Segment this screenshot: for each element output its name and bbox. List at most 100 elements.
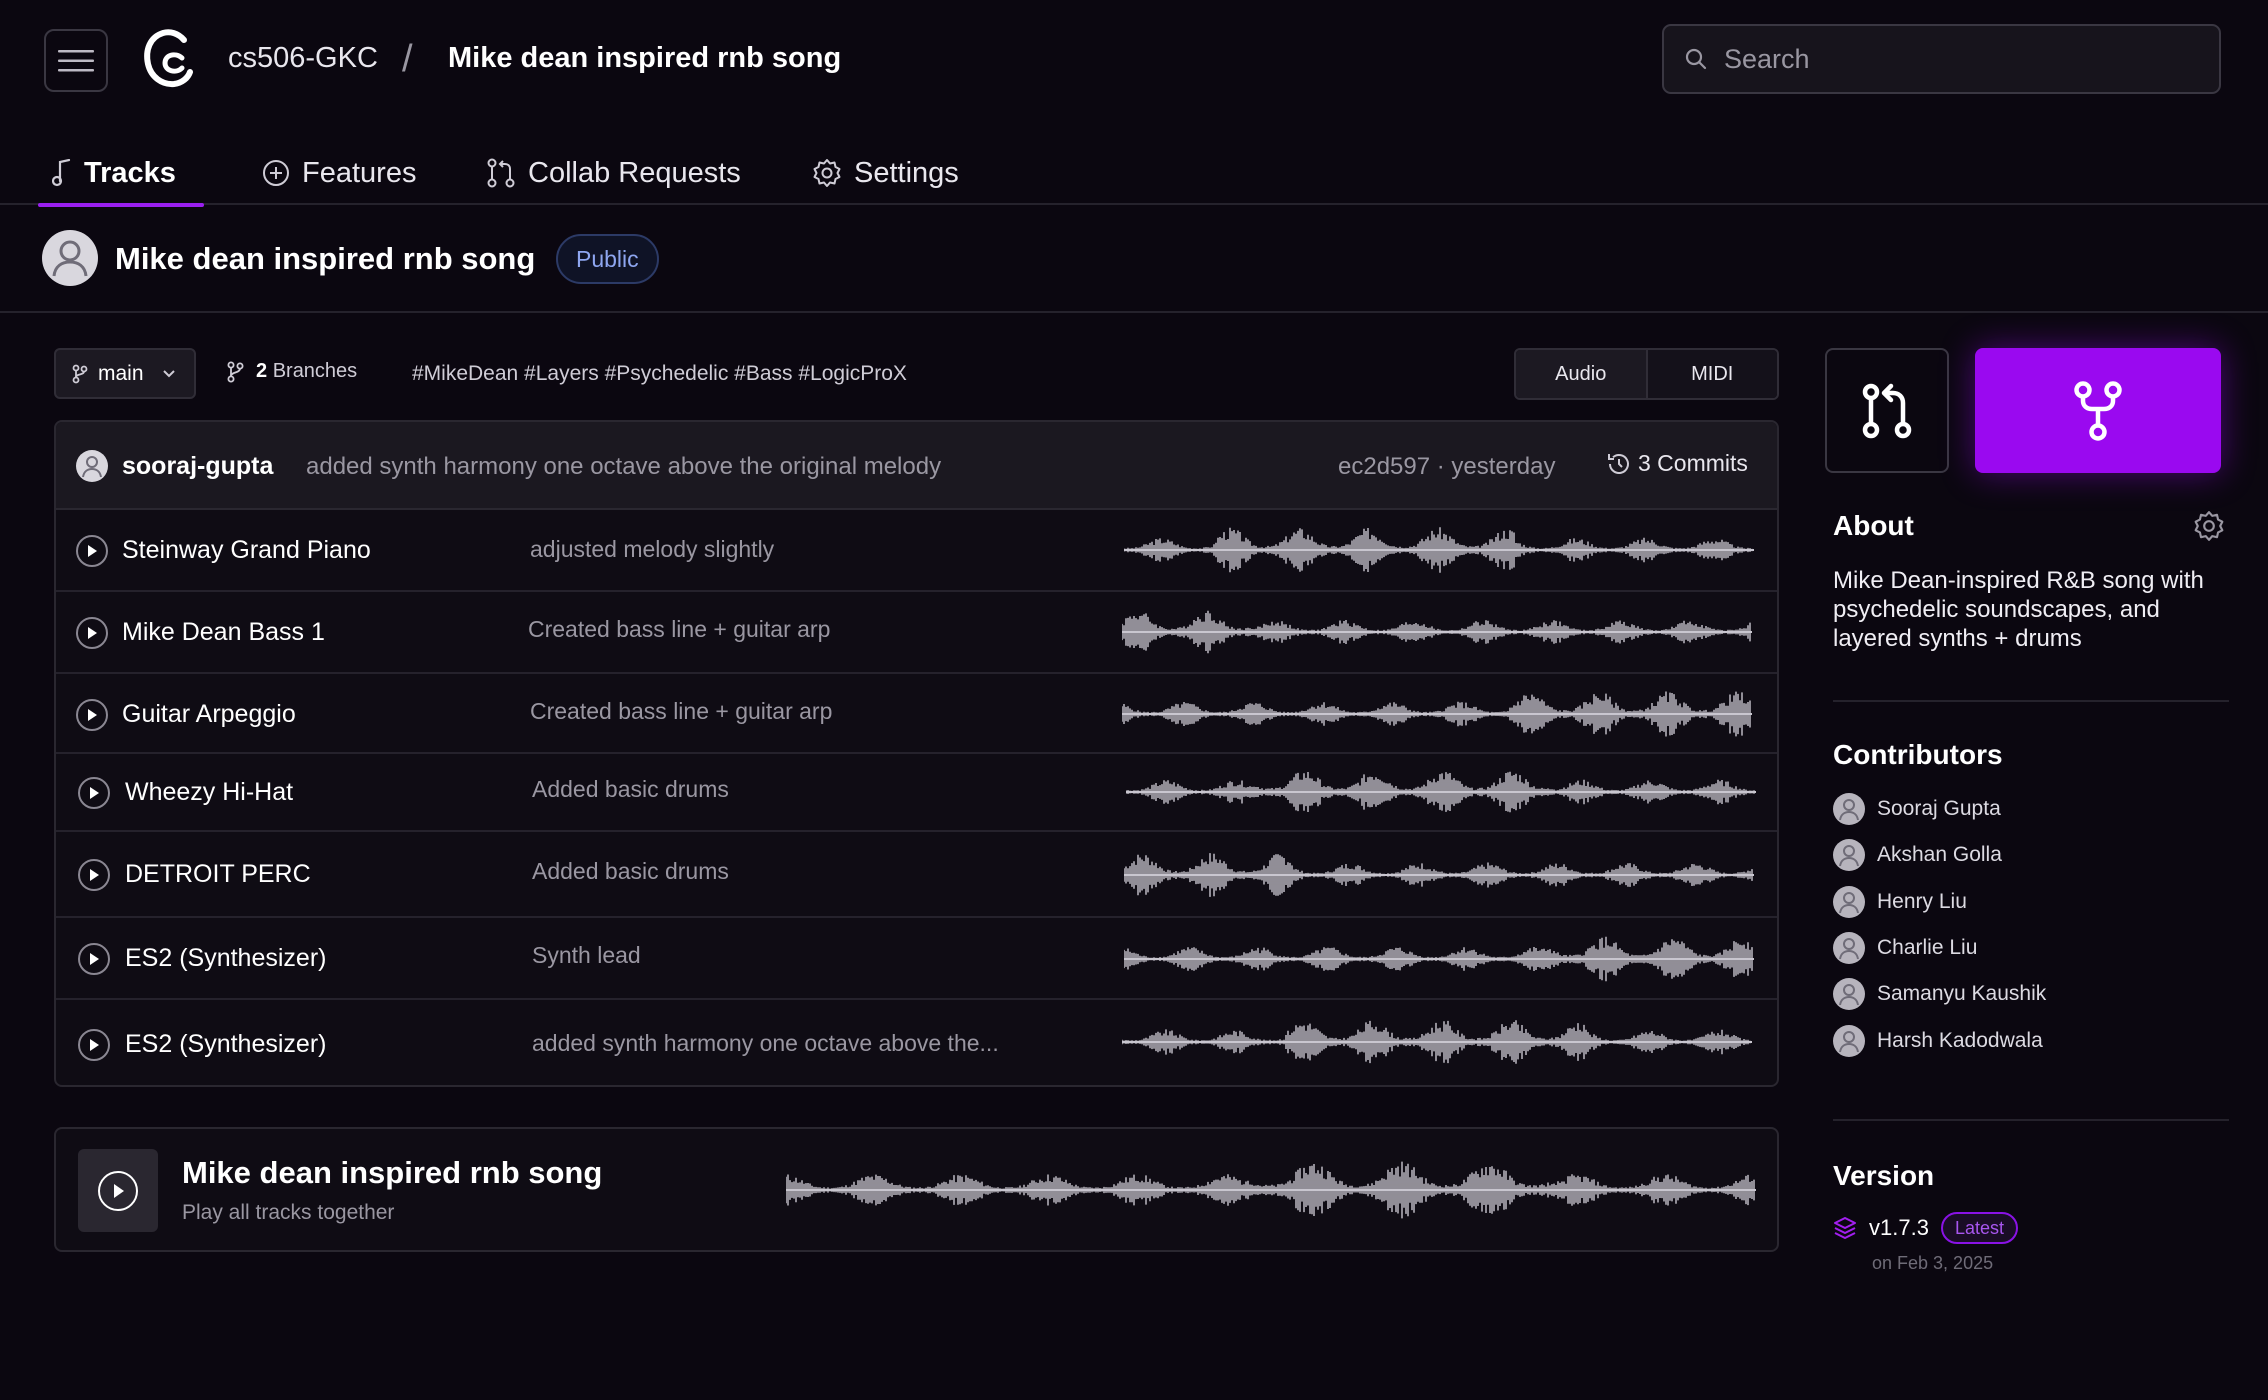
- track-waveform[interactable]: [1122, 608, 1752, 656]
- track-commit-message[interactable]: adjusted melody slightly: [530, 536, 774, 563]
- app-logo-icon[interactable]: [140, 28, 196, 92]
- contributor-avatar: [1833, 839, 1865, 871]
- collab-request-button[interactable]: [1825, 348, 1949, 473]
- version-heading: Version: [1833, 1160, 1935, 1191]
- contributor-item[interactable]: Henry Liu: [1833, 886, 1967, 918]
- track-name[interactable]: Mike Dean Bass 1: [122, 618, 325, 647]
- view-toggle: Audio MIDI: [1514, 348, 1779, 400]
- track-commit-message[interactable]: Added basic drums: [532, 776, 729, 803]
- version-number[interactable]: v1.7.3: [1869, 1215, 1929, 1241]
- mixdown-waveform[interactable]: [786, 1159, 1756, 1221]
- play-all-subtitle: Play all tracks together: [182, 1201, 395, 1224]
- play-track-button[interactable]: [76, 617, 108, 649]
- play-track-button[interactable]: [78, 777, 110, 809]
- tab-features-label: Features: [302, 156, 417, 189]
- track-row[interactable]: ES2 (Synthesizer) Synth lead: [56, 918, 1777, 1000]
- audio-view-button[interactable]: Audio: [1516, 350, 1646, 398]
- commit-author[interactable]: sooraj-gupta: [122, 452, 273, 481]
- hashtags: #MikeDean #Layers #Psychedelic #Bass #Lo…: [412, 362, 907, 385]
- commit-hash-time[interactable]: ec2d597 · yesterday: [1338, 453, 1555, 481]
- play-all-button[interactable]: [78, 1149, 158, 1232]
- top-header: cs506-GKC / Mike dean inspired rnb song …: [0, 0, 2268, 207]
- track-name[interactable]: DETROIT PERC: [125, 860, 311, 889]
- track-commit-message[interactable]: Added basic drums: [532, 858, 729, 885]
- owner-avatar[interactable]: [42, 230, 98, 286]
- sidebar-divider: [1833, 700, 2229, 702]
- contributor-name: Harsh Kadodwala: [1877, 1029, 2043, 1052]
- contributor-avatar: [1833, 1025, 1865, 1057]
- fork-button[interactable]: [1975, 348, 2221, 473]
- contributor-name: Akshan Golla: [1877, 843, 2002, 866]
- hamburger-menu-button[interactable]: [44, 29, 108, 92]
- track-name[interactable]: ES2 (Synthesizer): [125, 944, 326, 973]
- track-name[interactable]: Steinway Grand Piano: [122, 536, 371, 565]
- track-name[interactable]: ES2 (Synthesizer): [125, 1030, 326, 1059]
- tab-collab-requests[interactable]: Collab Requests: [486, 140, 741, 206]
- track-row[interactable]: Wheezy Hi-Hat Added basic drums: [56, 754, 1777, 832]
- track-waveform[interactable]: [1122, 690, 1752, 738]
- branches-link[interactable]: 2 Branches: [226, 360, 357, 383]
- branch-name: main: [98, 361, 144, 385]
- contributor-item[interactable]: Akshan Golla: [1833, 839, 2002, 871]
- track-commit-message[interactable]: Created bass line + guitar arp: [530, 698, 832, 725]
- pull-request-icon: [487, 158, 515, 188]
- play-track-button[interactable]: [78, 859, 110, 891]
- track-waveform[interactable]: [1124, 935, 1754, 983]
- track-waveform[interactable]: [1124, 851, 1754, 899]
- org-name-link[interactable]: cs506-GKC: [228, 42, 378, 75]
- play-track-button[interactable]: [76, 535, 108, 567]
- play-icon: [90, 1039, 99, 1051]
- track-commit-message[interactable]: Created bass line + guitar arp: [528, 616, 830, 643]
- contributor-item[interactable]: Harsh Kadodwala: [1833, 1025, 2043, 1057]
- tab-tracks[interactable]: Tracks: [52, 140, 176, 206]
- play-track-button[interactable]: [76, 699, 108, 731]
- play-icon: [90, 953, 99, 965]
- music-note-icon: [52, 159, 71, 187]
- commits-count: 3 Commits: [1638, 450, 1748, 476]
- contributor-avatar: [1833, 978, 1865, 1010]
- track-waveform[interactable]: [1126, 768, 1756, 816]
- play-track-button[interactable]: [78, 943, 110, 975]
- user-icon: [1839, 845, 1859, 867]
- play-track-button[interactable]: [78, 1029, 110, 1061]
- track-row[interactable]: Steinway Grand Piano adjusted melody sli…: [56, 510, 1777, 592]
- tracks-table: sooraj-gupta added synth harmony one oct…: [54, 420, 1779, 1087]
- commit-message[interactable]: added synth harmony one octave above the…: [306, 453, 941, 481]
- tab-collab-requests-label: Collab Requests: [528, 156, 741, 189]
- track-commit-message[interactable]: added synth harmony one octave above the…: [532, 1030, 999, 1057]
- track-commit-message[interactable]: Synth lead: [532, 942, 641, 969]
- contributor-item[interactable]: Sooraj Gupta: [1833, 793, 2001, 825]
- tab-settings[interactable]: Settings: [812, 140, 959, 206]
- commit-author-avatar[interactable]: [76, 450, 108, 482]
- user-icon: [1839, 892, 1859, 914]
- contributor-name: Charlie Liu: [1877, 936, 1978, 959]
- contributor-item[interactable]: Samanyu Kaushik: [1833, 978, 2046, 1010]
- search-icon: [1685, 48, 1707, 70]
- user-icon: [1839, 799, 1859, 821]
- midi-view-button[interactable]: MIDI: [1645, 350, 1777, 398]
- tab-features[interactable]: Features: [262, 140, 416, 206]
- version-row: v1.7.3 Latest: [1833, 1212, 2018, 1244]
- track-row[interactable]: Mike Dean Bass 1 Created bass line + gui…: [56, 592, 1777, 674]
- track-row[interactable]: Guitar Arpeggio Created bass line + guit…: [56, 674, 1777, 754]
- search-box[interactable]: [1662, 24, 2221, 94]
- branch-selector[interactable]: main: [54, 348, 196, 399]
- repo-name-link[interactable]: Mike dean inspired rnb song: [448, 42, 841, 75]
- user-icon: [52, 240, 88, 277]
- hamburger-icon: [58, 49, 94, 71]
- track-row[interactable]: ES2 (Synthesizer) added synth harmony on…: [56, 1000, 1777, 1085]
- plus-circle-icon: [263, 160, 289, 186]
- branch-icon: [72, 364, 88, 383]
- track-waveform[interactable]: [1122, 1018, 1752, 1066]
- play-icon: [90, 869, 99, 881]
- track-row[interactable]: DETROIT PERC Added basic drums: [56, 832, 1777, 918]
- contributor-avatar: [1833, 793, 1865, 825]
- edit-about-gear-icon[interactable]: [2193, 510, 2225, 542]
- search-input[interactable]: [1724, 43, 2204, 75]
- commits-history-link[interactable]: 3 Commits: [1606, 450, 1748, 477]
- track-name[interactable]: Wheezy Hi-Hat: [125, 778, 293, 807]
- repo-title: Mike dean inspired rnb song: [115, 241, 536, 276]
- contributor-item[interactable]: Charlie Liu: [1833, 932, 1977, 964]
- track-waveform[interactable]: [1124, 526, 1754, 574]
- track-name[interactable]: Guitar Arpeggio: [122, 700, 296, 729]
